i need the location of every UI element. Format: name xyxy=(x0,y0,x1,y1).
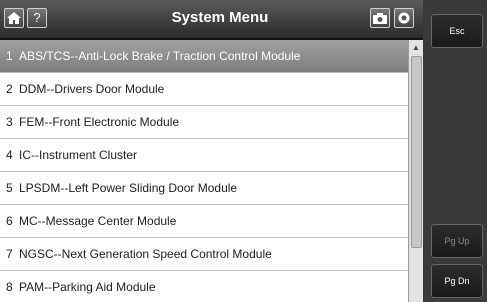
menu-item-number: 1 xyxy=(6,49,13,63)
record-button[interactable] xyxy=(394,8,414,28)
menu-item-label: LPSDM--Left Power Sliding Door Module xyxy=(19,181,238,195)
page-up-button[interactable]: Pg Up xyxy=(431,224,483,258)
menu-item-number: 8 xyxy=(6,280,13,294)
menu-item-number: 3 xyxy=(6,115,13,129)
menu-item[interactable]: 7 NGSC--Next Generation Speed Control Mod… xyxy=(0,238,408,271)
menu-item[interactable]: 2 DDM--Drivers Door Module xyxy=(0,73,408,106)
record-icon xyxy=(398,12,410,24)
help-button[interactable]: ? xyxy=(27,8,47,28)
scrollbar[interactable]: ▲ xyxy=(408,40,423,302)
home-icon xyxy=(7,12,21,24)
menu-item[interactable]: 4 IC--Instrument Cluster xyxy=(0,139,408,172)
menu-item[interactable]: 1 ABS/TCS--Anti-Lock Brake / Traction Con… xyxy=(0,40,408,73)
menu-item[interactable]: 5 LPSDM--Left Power Sliding Door Module xyxy=(0,172,408,205)
camera-icon xyxy=(373,13,387,24)
page-title: System Menu xyxy=(171,9,269,26)
system-menu-panel: ? System Menu 1 ABS/TCS--Anti-Lock Brake … xyxy=(0,0,423,302)
menu-item-label: NGSC--Next Generation Speed Control Modu… xyxy=(19,247,272,261)
menu-item[interactable]: 6 MC--Message Center Module xyxy=(0,205,408,238)
side-button-bar: Esc Pg Up Pg Dn xyxy=(423,0,487,302)
menu-item-label: FEM--Front Electronic Module xyxy=(19,115,180,129)
page-down-button[interactable]: Pg Dn xyxy=(431,264,483,298)
menu-item-number: 2 xyxy=(6,82,13,96)
menu-item-number: 7 xyxy=(6,247,13,261)
app-screen: ? System Menu 1 ABS/TCS--Anti-Lock Brake … xyxy=(0,0,487,302)
title-bar: ? System Menu xyxy=(0,0,423,40)
menu-item-number: 4 xyxy=(6,148,13,162)
system-menu-list: 1 ABS/TCS--Anti-Lock Brake / Traction Con… xyxy=(0,40,408,302)
camera-button[interactable] xyxy=(370,8,390,28)
menu-item-label: ABS/TCS--Anti-Lock Brake / Traction Cont… xyxy=(19,49,301,63)
menu-item-label: DDM--Drivers Door Module xyxy=(19,82,165,96)
menu-item-number: 6 xyxy=(6,214,13,228)
scrollbar-thumb[interactable] xyxy=(411,56,422,248)
menu-item-number: 5 xyxy=(6,181,13,195)
home-button[interactable] xyxy=(4,8,24,28)
scroll-up-arrow-icon[interactable]: ▲ xyxy=(409,42,423,54)
menu-item-label: IC--Instrument Cluster xyxy=(19,148,138,162)
menu-item[interactable]: 3 FEM--Front Electronic Module xyxy=(0,106,408,139)
menu-item[interactable]: 8 PAM--Parking Aid Module xyxy=(0,271,408,302)
menu-item-label: MC--Message Center Module xyxy=(19,214,177,228)
menu-item-label: PAM--Parking Aid Module xyxy=(19,280,156,294)
esc-button[interactable]: Esc xyxy=(431,14,483,48)
